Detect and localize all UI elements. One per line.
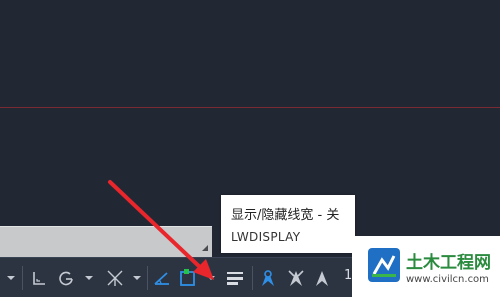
annotation-scale-icon — [316, 271, 328, 286]
object-snap-tracking-icon — [154, 272, 169, 285]
crosshair-line — [0, 107, 500, 108]
watermark-url: www.civilcn.com — [406, 274, 489, 285]
lineweight-tooltip: 显示/隐藏线宽 - 关 LWDISPLAY — [221, 195, 355, 253]
auto-scale-icon — [288, 270, 304, 286]
ortho-icon — [33, 272, 45, 285]
ortho-mode-button[interactable] — [28, 264, 50, 292]
watermark-logo-icon — [368, 248, 400, 282]
tooltip-command: LWDISPLAY — [231, 230, 301, 244]
resize-handle-icon[interactable] — [202, 245, 208, 251]
isodraft-dropdown-button[interactable] — [130, 264, 144, 292]
separator — [252, 266, 253, 290]
separator — [147, 266, 148, 290]
status-dropdown-button[interactable] — [4, 264, 18, 292]
tooltip-title: 显示/隐藏线宽 - 关 — [231, 208, 340, 223]
lineweight-icon — [227, 272, 243, 285]
annotation-visibility-icon — [262, 270, 274, 286]
chevron-down-icon — [207, 276, 215, 280]
object-snap-dropdown-button[interactable] — [204, 264, 218, 292]
command-line-strip[interactable] — [0, 226, 212, 257]
annotation-visibility-button[interactable] — [256, 264, 280, 292]
watermark: 土木工程网 www.civilcn.com — [352, 236, 500, 297]
watermark-title: 土木工程网 — [406, 253, 491, 273]
polar-dropdown-button[interactable] — [82, 264, 96, 292]
auto-scale-button[interactable] — [284, 264, 308, 292]
chevron-down-icon — [7, 276, 15, 280]
polar-tracking-icon — [59, 271, 73, 286]
separator — [22, 266, 23, 290]
chevron-down-icon — [85, 276, 93, 280]
chevron-down-icon — [133, 276, 141, 280]
object-snap-icon — [180, 269, 195, 286]
annotation-scale-button[interactable] — [310, 264, 334, 292]
isodraft-icon — [107, 270, 123, 286]
object-snap-tracking-button[interactable] — [150, 264, 174, 292]
polar-tracking-button[interactable] — [54, 264, 78, 292]
lineweight-button[interactable] — [222, 264, 248, 292]
object-snap-button[interactable] — [176, 264, 200, 292]
isodraft-button[interactable] — [102, 264, 128, 292]
